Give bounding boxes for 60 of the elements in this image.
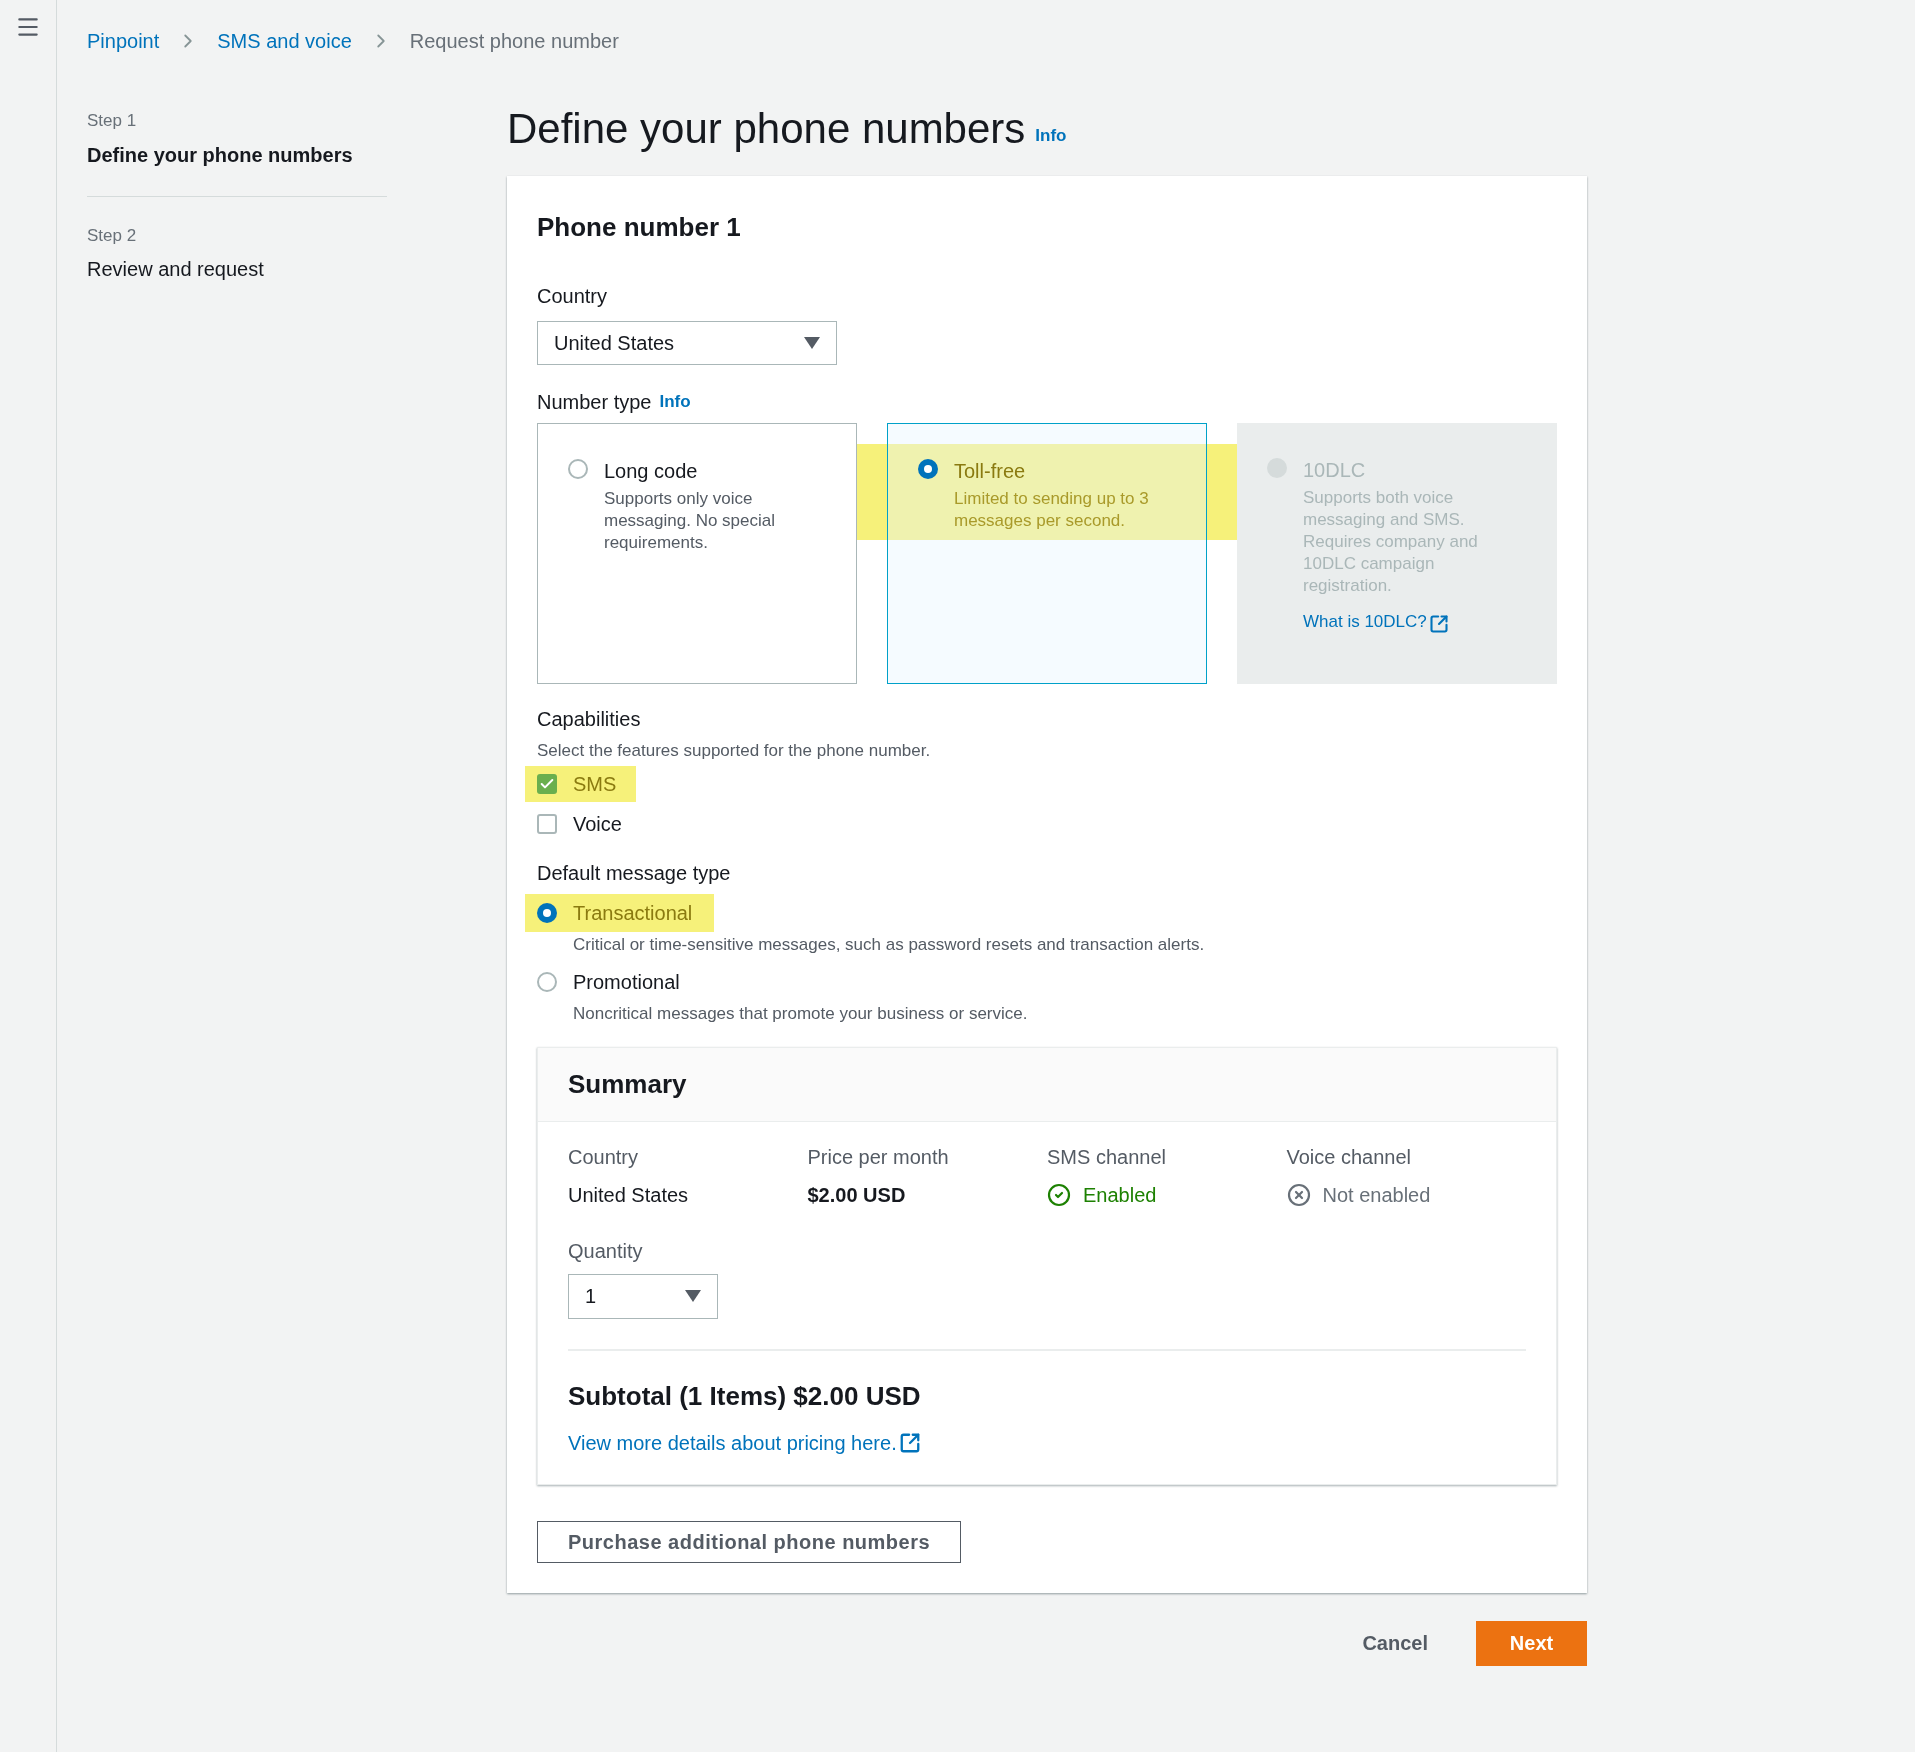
external-link-icon <box>898 1431 921 1454</box>
summary-label: Voice channel <box>1286 1144 1413 1170</box>
radio-row[interactable]: Transactional <box>525 893 715 932</box>
radio-label: Promotional <box>573 970 680 995</box>
step-number: Step 2 <box>87 224 138 247</box>
card-heading: Phone number 1 <box>537 211 742 244</box>
summary-value: $2.00 USD <box>807 1182 907 1208</box>
checkbox-label: SMS <box>573 771 617 797</box>
summary-value: Enabled <box>1083 1182 1157 1208</box>
radio-button[interactable] <box>537 972 557 992</box>
subtotal-text: Subtotal (1 Items) $2.00 USD <box>568 1379 922 1413</box>
quantity-select[interactable]: 1 <box>568 1273 718 1319</box>
radio-button[interactable] <box>537 902 557 923</box>
field-label: Capabilities <box>537 707 642 732</box>
breadcrumb-current: Request phone number <box>409 29 619 54</box>
country-select[interactable]: United States <box>537 321 837 365</box>
breadcrumb-link[interactable]: Pinpoint <box>87 26 160 56</box>
field-label: Quantity <box>568 1238 644 1264</box>
caret-icon <box>804 337 820 349</box>
option-description: Critical or time-sensitive messages, such as password resets and transaction alerts. <box>573 933 1206 956</box>
option-description: Limited to sending up to 3 messages per second. <box>954 488 1150 532</box>
purchase-button[interactable]: Purchase additional phone numbers <box>537 1520 962 1563</box>
summary-label: Price per month <box>807 1144 950 1170</box>
cancel-button[interactable]: Cancel <box>1338 1620 1452 1666</box>
option-description: Noncritical messages that promote your business or service. <box>573 1003 1029 1025</box>
summary-value: Not enabled <box>1322 1182 1431 1208</box>
caret-icon <box>685 1290 701 1302</box>
option-description: Supports only voice messaging. No special requirements. <box>604 488 777 554</box>
radio-row[interactable]: Promotional <box>525 963 702 1001</box>
checkbox-label: Voice <box>573 811 622 837</box>
checkbox-row[interactable]: SMS <box>525 765 637 802</box>
option-label: 10DLC <box>1303 458 1367 483</box>
field-label: Number type <box>537 390 652 415</box>
option-description: Supports both voice messaging and SMS. Requires company and 10DLC campaign registration. <box>1303 487 1479 597</box>
option-label: Long code <box>604 459 699 484</box>
summary-value: United States <box>568 1182 690 1208</box>
radio-label: Transactional <box>573 900 693 926</box>
number-type-tile[interactable]: Toll-free Limited to sending up to 3 messages per second. <box>887 423 1207 684</box>
checkbox[interactable] <box>537 773 557 794</box>
external-link-icon <box>1428 613 1449 634</box>
summary-label: SMS channel <box>1047 1144 1167 1170</box>
next-button[interactable]: Next <box>1476 1620 1587 1666</box>
breadcrumb-link[interactable]: SMS and voice <box>217 26 352 56</box>
info-link[interactable]: Info <box>1035 122 1067 148</box>
step-link[interactable]: Define your phone numbers <box>87 139 387 170</box>
step-number: Step 1 <box>87 110 138 132</box>
checkbox-row[interactable]: Voice <box>525 805 642 842</box>
summary-heading: Summary <box>568 1067 687 1101</box>
pricing-link[interactable]: View more details about pricing here. <box>568 1427 921 1458</box>
field-hint: Select the features supported for the phone number. <box>537 740 932 762</box>
info-link[interactable]: Info <box>659 389 691 415</box>
number-type-tile[interactable]: Long code Supports only voice messaging. No special requirements. <box>537 423 857 684</box>
checkbox[interactable] <box>537 813 557 834</box>
field-label: Country <box>537 284 609 309</box>
summary-label: Country <box>568 1144 640 1170</box>
option-label: Toll-free <box>954 459 1027 484</box>
page-title: Define your phone numbers <box>507 104 1026 154</box>
radio-button[interactable] <box>568 459 588 479</box>
step-link[interactable]: Review and request <box>87 254 387 284</box>
field-label: Default message type <box>537 860 732 886</box>
